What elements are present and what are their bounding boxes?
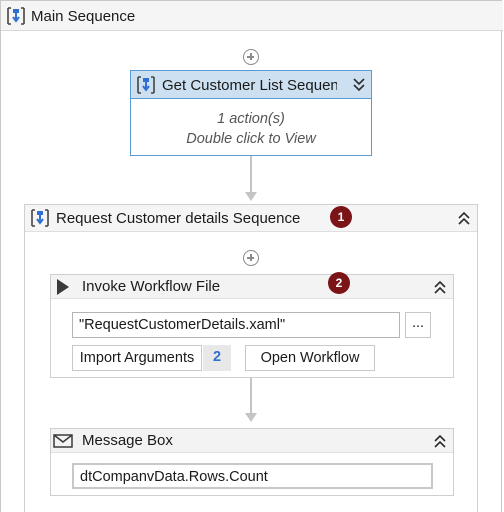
connector-arrow-icon bbox=[245, 413, 257, 422]
step-badge-2: 2 bbox=[328, 272, 350, 294]
invoke-workflow-title: Invoke Workflow File bbox=[82, 278, 221, 295]
double-click-hint-text: Double click to View bbox=[186, 131, 316, 147]
invoke-workflow-activity[interactable]: Invoke Workflow File 2 "RequestCustomerD… bbox=[50, 272, 454, 378]
envelope-icon bbox=[53, 434, 73, 448]
import-arguments-button[interactable]: Import Arguments bbox=[72, 345, 202, 371]
actions-count-text: 1 action(s) bbox=[217, 111, 285, 127]
double-chevron-up-icon[interactable] bbox=[433, 279, 447, 295]
connector-arrow-icon bbox=[245, 192, 257, 201]
message-box-header[interactable]: Message Box bbox=[51, 429, 453, 453]
step-badge-1: 1 bbox=[330, 206, 352, 228]
open-workflow-button[interactable]: Open Workflow bbox=[245, 345, 375, 371]
add-activity-icon[interactable] bbox=[243, 49, 259, 65]
request-customer-details-title: Request Customer details Sequence bbox=[56, 210, 301, 227]
double-chevron-up-icon[interactable] bbox=[457, 210, 471, 226]
double-chevron-up-icon[interactable] bbox=[433, 433, 447, 449]
browse-file-button[interactable]: ... bbox=[405, 312, 431, 338]
message-box-activity[interactable]: Message Box dtCompanvData.Rows.Count bbox=[50, 428, 454, 496]
double-chevron-down-icon[interactable] bbox=[352, 77, 366, 93]
connector-line bbox=[250, 156, 252, 192]
main-sequence-header[interactable]: Main Sequence bbox=[1, 1, 503, 31]
sequence-icon bbox=[31, 209, 49, 227]
get-customer-list-sequence[interactable]: Get Customer List Sequenc 1 action(s) Do… bbox=[130, 70, 372, 156]
sequence-icon bbox=[137, 76, 155, 94]
play-icon bbox=[57, 279, 69, 295]
invoke-workflow-header[interactable]: Invoke Workflow File 2 bbox=[51, 272, 453, 299]
request-customer-details-header[interactable]: Request Customer details Sequence 1 bbox=[25, 205, 477, 232]
sequence-icon bbox=[7, 7, 25, 25]
argument-count-badge: 2 bbox=[203, 345, 231, 371]
get-customer-list-title: Get Customer List Sequenc bbox=[162, 77, 337, 94]
add-activity-icon[interactable] bbox=[243, 250, 259, 266]
main-sequence-title: Main Sequence bbox=[31, 8, 136, 25]
connector-line bbox=[250, 378, 252, 414]
message-text-input[interactable]: dtCompanvData.Rows.Count bbox=[72, 463, 433, 489]
workflow-file-path-input[interactable]: "RequestCustomerDetails.xaml" bbox=[72, 312, 400, 338]
message-box-title: Message Box bbox=[82, 432, 173, 449]
get-customer-list-header[interactable]: Get Customer List Sequenc bbox=[131, 71, 371, 99]
